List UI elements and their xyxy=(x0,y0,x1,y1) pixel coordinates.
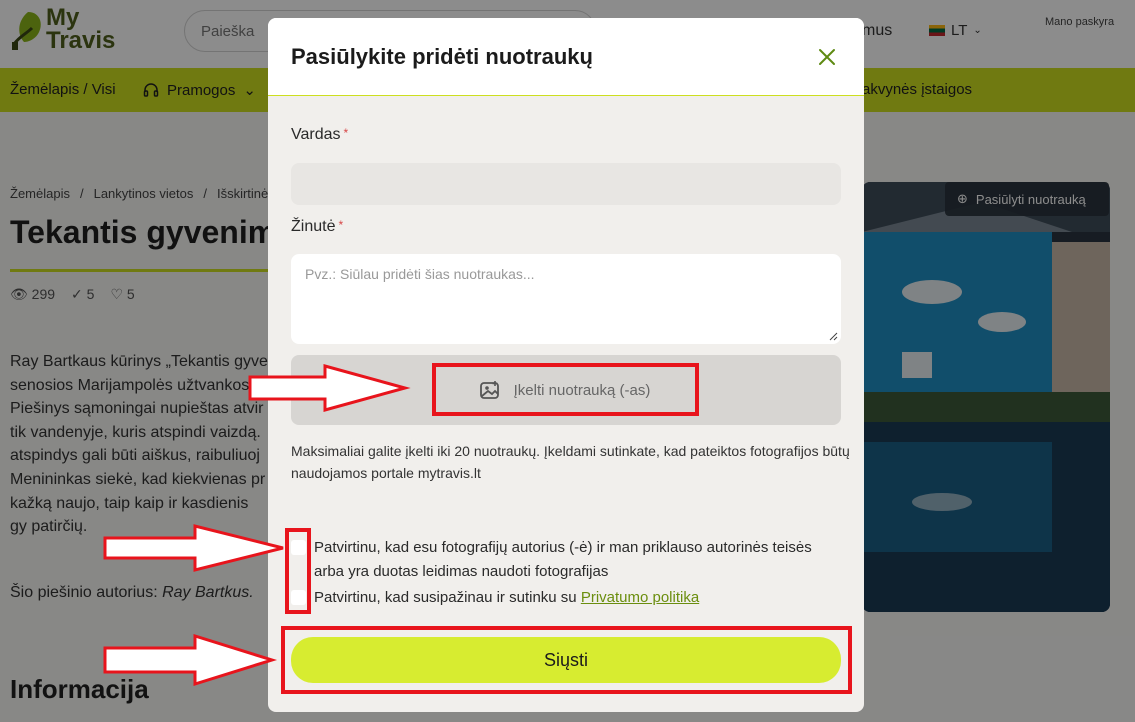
message-label: Žinutė * xyxy=(291,218,343,236)
required-mark: * xyxy=(338,218,344,232)
upload-photos-button[interactable]: Įkelti nuotrauką (-as) xyxy=(435,366,695,414)
name-label: Vardas * xyxy=(291,126,348,144)
consent-privacy-prefix: Patvirtinu, kad susipažinau ir sutinku s… xyxy=(314,589,577,606)
message-textarea[interactable] xyxy=(291,254,841,344)
consent-author-text: Patvirtinu, kad esu fotografijų autorius… xyxy=(314,539,812,580)
submit-button[interactable]: Siųsti xyxy=(291,637,841,683)
consent-author-checkbox[interactable] xyxy=(291,540,306,555)
consent-privacy-text: Patvirtinu, kad susipažinau ir sutinku s… xyxy=(314,586,834,610)
modal-header: Pasiūlykite pridėti nuotraukų xyxy=(268,18,864,96)
upload-note: Maksimaliai galite įkelti iki 20 nuotrau… xyxy=(291,443,850,481)
consent-author-row: Patvirtinu, kad esu fotografijų autorius… xyxy=(291,536,834,584)
resize-grip-icon[interactable] xyxy=(828,331,838,341)
modal-title: Pasiūlykite pridėti nuotraukų xyxy=(291,44,593,69)
suggest-photos-modal: Pasiūlykite pridėti nuotraukų Vardas * Ži… xyxy=(268,18,864,712)
name-label-text: Vardas xyxy=(291,126,341,143)
upload-label: Įkelti nuotrauką (-as) xyxy=(513,381,651,399)
close-icon[interactable] xyxy=(816,46,838,68)
name-field[interactable] xyxy=(291,163,841,205)
required-mark: * xyxy=(343,126,349,140)
consent-privacy-checkbox[interactable] xyxy=(291,590,306,605)
consent-privacy-row: Patvirtinu, kad susipažinau ir sutinku s… xyxy=(291,586,834,610)
image-upload-icon xyxy=(479,381,499,399)
privacy-policy-link[interactable]: Privatumo politika xyxy=(581,589,699,606)
message-label-text: Žinutė xyxy=(291,218,336,235)
